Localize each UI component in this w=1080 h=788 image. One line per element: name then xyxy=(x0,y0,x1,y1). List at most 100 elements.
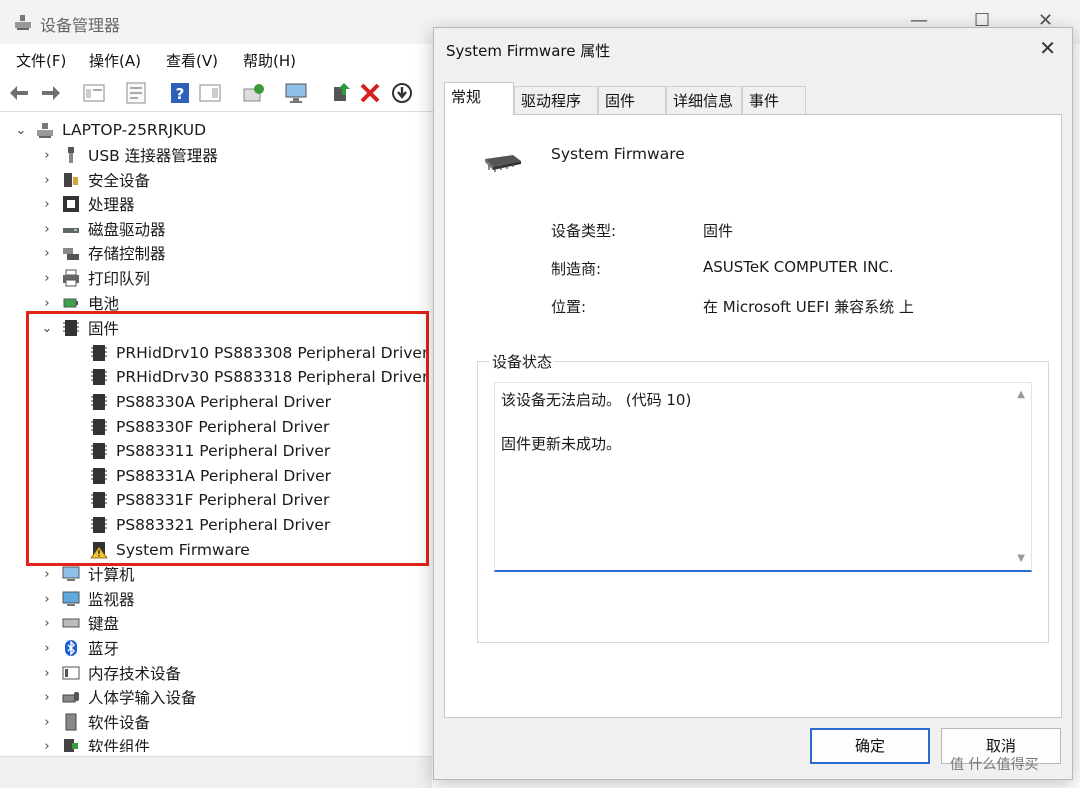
device-status-legend: 设备状态 xyxy=(490,351,555,372)
menu-help[interactable]: 帮助(H) xyxy=(243,50,296,71)
chevron-right-icon[interactable]: › xyxy=(40,616,54,631)
processor-icon xyxy=(63,196,79,212)
watermark: 值 什么值得买 xyxy=(950,757,1039,773)
chevron-right-icon[interactable]: › xyxy=(40,222,54,237)
tree-category-label: 蓝牙 xyxy=(88,640,120,658)
tree-root[interactable]: ⌄ LAPTOP-25RRJKUD xyxy=(14,118,207,142)
tree-category-label: 存储控制器 xyxy=(88,245,166,263)
monitor-scan-icon[interactable] xyxy=(284,81,308,105)
tab-events[interactable]: 事件 xyxy=(742,86,806,114)
memory-device-icon xyxy=(62,666,80,680)
scan-hardware-icon[interactable] xyxy=(242,81,266,105)
device-type-label: 设备类型: xyxy=(551,222,617,240)
svg-text:?: ? xyxy=(176,85,185,103)
location-label: 位置: xyxy=(551,298,587,316)
chevron-right-icon[interactable]: › xyxy=(40,666,54,681)
software-device-icon xyxy=(65,713,77,731)
tree-category-label: 监视器 xyxy=(88,591,135,609)
tab-details[interactable]: 详细信息 xyxy=(666,86,742,114)
tree-category-label: USB 连接器管理器 xyxy=(88,147,218,165)
tree-category-label: 人体学输入设备 xyxy=(88,689,197,707)
chevron-right-icon[interactable]: › xyxy=(40,148,54,163)
monitor-icon xyxy=(62,591,80,606)
chevron-right-icon[interactable]: › xyxy=(40,641,54,656)
laptop-icon xyxy=(37,123,53,138)
chevron-right-icon[interactable]: › xyxy=(40,690,54,705)
status-detail-line: 固件更新未成功。 xyxy=(501,435,622,453)
tree-category-label: 键盘 xyxy=(88,615,120,633)
dialog-close-button[interactable]: ✕ xyxy=(1039,36,1056,60)
uninstall-device-icon[interactable] xyxy=(358,81,382,105)
chevron-right-icon[interactable]: › xyxy=(40,592,54,607)
printer-icon xyxy=(63,269,79,287)
tree-category-bluetooth[interactable]: › 蓝牙 xyxy=(40,636,119,660)
storage-controller-icon xyxy=(63,248,79,260)
tree-category-label: 软件设备 xyxy=(88,714,151,732)
tab-driver[interactable]: 驱动程序 xyxy=(514,86,598,114)
tree-category-printer[interactable]: › 打印队列 xyxy=(40,266,150,290)
status-error-line: 该设备无法启动。 (代码 10) xyxy=(501,391,692,409)
chevron-right-icon[interactable]: › xyxy=(40,296,54,311)
manufacturer-value: ASUSTeK COMPUTER INC. xyxy=(703,258,894,276)
hid-icon xyxy=(62,692,79,703)
tree-category-usb[interactable]: › USB 连接器管理器 xyxy=(40,143,218,167)
firmware-highlight-box xyxy=(26,311,429,566)
tree-category-label: 磁盘驱动器 xyxy=(88,221,166,239)
battery-icon xyxy=(63,298,78,308)
tree-category-software-component[interactable]: › 软件组件 xyxy=(40,734,150,752)
tree-category-software-device[interactable]: › 软件设备 xyxy=(40,710,150,734)
chevron-down-icon[interactable]: ⌄ xyxy=(14,123,28,138)
tab-firmware[interactable]: 固件 xyxy=(598,86,666,114)
toolbar: ? xyxy=(0,76,440,112)
tree-category-label: 计算机 xyxy=(88,566,135,584)
device-type-value: 固件 xyxy=(703,222,734,240)
properties-icon[interactable] xyxy=(124,81,148,105)
action-pane-icon[interactable] xyxy=(198,81,222,105)
chevron-right-icon[interactable]: › xyxy=(40,739,54,753)
tree-category-keyboard[interactable]: › 键盘 xyxy=(40,611,119,635)
device-manager-app-icon xyxy=(15,15,31,30)
tree-category-disk[interactable]: › 磁盘驱动器 xyxy=(40,217,166,241)
tree-category-label: 内存技术设备 xyxy=(88,665,182,683)
forward-arrow-icon[interactable] xyxy=(38,81,62,105)
status-bar xyxy=(0,756,432,788)
keyboard-icon xyxy=(62,618,80,628)
chevron-right-icon[interactable]: › xyxy=(40,271,54,286)
disable-device-icon[interactable] xyxy=(390,81,414,105)
scroll-up-icon[interactable]: ▲ xyxy=(1017,389,1025,400)
tree-category-security[interactable]: › 安全设备 xyxy=(40,168,150,192)
tree-category-processor[interactable]: › 处理器 xyxy=(40,192,135,216)
software-component-icon xyxy=(64,739,78,752)
tab-general[interactable]: 常规 xyxy=(444,82,514,115)
tree-category-storage[interactable]: › 存储控制器 xyxy=(40,241,166,265)
general-tab-panel: System Firmware 设备类型: 固件 制造商: ASUSTeK CO… xyxy=(444,114,1062,718)
firmware-chip-icon xyxy=(485,155,521,172)
tree-category-label: 软件组件 xyxy=(88,738,151,752)
computer-icon xyxy=(62,566,80,581)
back-arrow-icon[interactable] xyxy=(8,81,32,105)
scroll-down-icon[interactable]: ▼ xyxy=(1017,553,1025,564)
menu-action[interactable]: 操作(A) xyxy=(89,50,141,71)
chevron-right-icon[interactable]: › xyxy=(40,715,54,730)
location-value: 在 Microsoft UEFI 兼容系统 上 xyxy=(703,298,914,316)
manufacturer-label: 制造商: xyxy=(551,260,602,278)
chevron-right-icon[interactable]: › xyxy=(40,567,54,582)
ok-button[interactable]: 确定 xyxy=(810,728,930,764)
bluetooth-icon xyxy=(65,640,77,656)
device-manager-title: 设备管理器 xyxy=(40,16,121,35)
help-icon[interactable]: ? xyxy=(168,81,192,105)
update-driver-icon[interactable] xyxy=(330,81,354,105)
disk-drive-icon xyxy=(63,228,79,233)
tree-category-label: 处理器 xyxy=(88,196,135,214)
chevron-right-icon[interactable]: › xyxy=(40,173,54,188)
properties-pane-icon[interactable] xyxy=(82,81,106,105)
menu-file[interactable]: 文件(F) xyxy=(16,50,66,71)
chevron-right-icon[interactable]: › xyxy=(40,197,54,212)
menu-view[interactable]: 查看(V) xyxy=(166,50,218,71)
tree-category-monitor[interactable]: › 监视器 xyxy=(40,587,135,611)
chevron-right-icon[interactable]: › xyxy=(40,246,54,261)
properties-dialog: System Firmware 属性 ✕ 常规 驱动程序 固件 详细信息 事件 … xyxy=(433,27,1073,780)
tree-category-memory[interactable]: › 内存技术设备 xyxy=(40,661,181,685)
tree-category-hid[interactable]: › 人体学输入设备 xyxy=(40,685,197,709)
device-status-textbox[interactable]: 该设备无法启动。 (代码 10) 固件更新未成功。 ▲ ▼ xyxy=(494,382,1032,572)
